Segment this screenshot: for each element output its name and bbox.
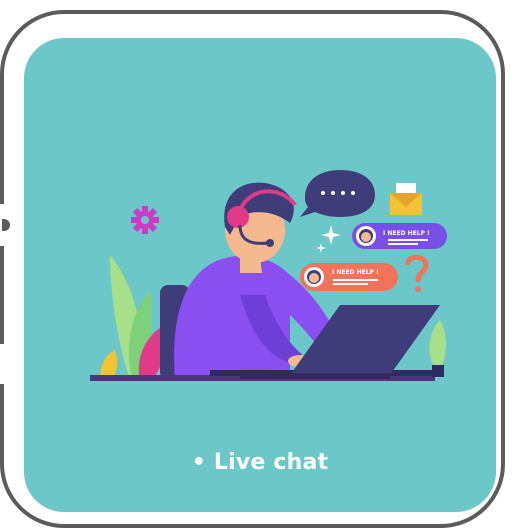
help-bubble-secondary: I NEED HELP ! — [300, 263, 398, 291]
help-bubble-primary-text: I NEED HELP ! — [383, 230, 430, 237]
help-bubble-secondary-text: I NEED HELP ! — [332, 269, 379, 276]
question-mark-icon — [405, 254, 429, 292]
live-chat-caption: • Live chat — [191, 450, 329, 475]
plant-icon — [429, 320, 446, 377]
speech-bubble-icon — [300, 170, 375, 217]
gear-icon — [131, 206, 159, 234]
sparkle-icon — [316, 225, 341, 253]
plant-icon — [100, 255, 167, 380]
frame-gap-lower — [0, 344, 12, 384]
help-bubble-primary: I NEED HELP ! — [352, 223, 447, 249]
envelope-icon — [390, 183, 422, 215]
support-agent-illustration: I NEED HELP ! I NEED HELP ! — [90, 170, 447, 381]
